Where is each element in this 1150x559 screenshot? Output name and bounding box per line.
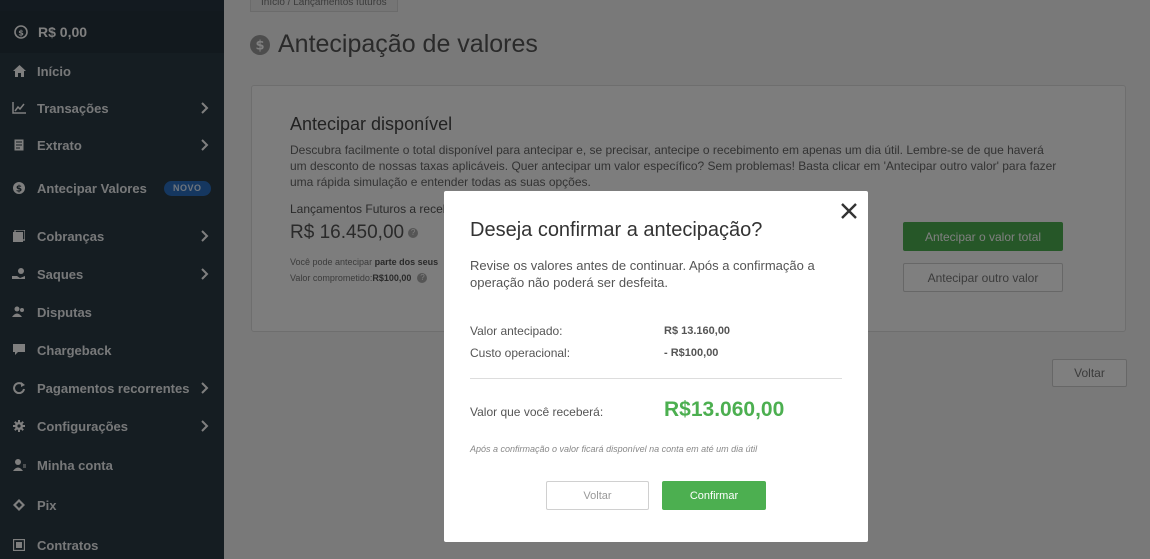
modal-title: Deseja confirmar a antecipação? [470,219,763,241]
advanced-value-label: Valor antecipado: [470,324,563,338]
receive-value-label: Valor que você receberá: [470,405,604,419]
confirm-modal: Deseja confirmar a antecipação? Revise o… [444,191,868,542]
modal-subtitle: Revise os valores antes de continuar. Ap… [470,258,815,290]
confirm-button[interactable]: Confirmar [662,481,766,510]
availability-note: Após a confirmação o valor ficará dispon… [470,444,758,454]
advanced-value: R$ 13.160,00 [664,325,731,337]
close-icon[interactable] [838,200,860,222]
operational-cost-value: - R$100,00 [664,347,719,359]
divider [470,378,842,379]
modal-back-button[interactable]: Voltar [546,481,649,510]
receive-value: R$13.060,00 [664,398,785,421]
operational-cost-label: Custo operacional: [470,346,571,360]
